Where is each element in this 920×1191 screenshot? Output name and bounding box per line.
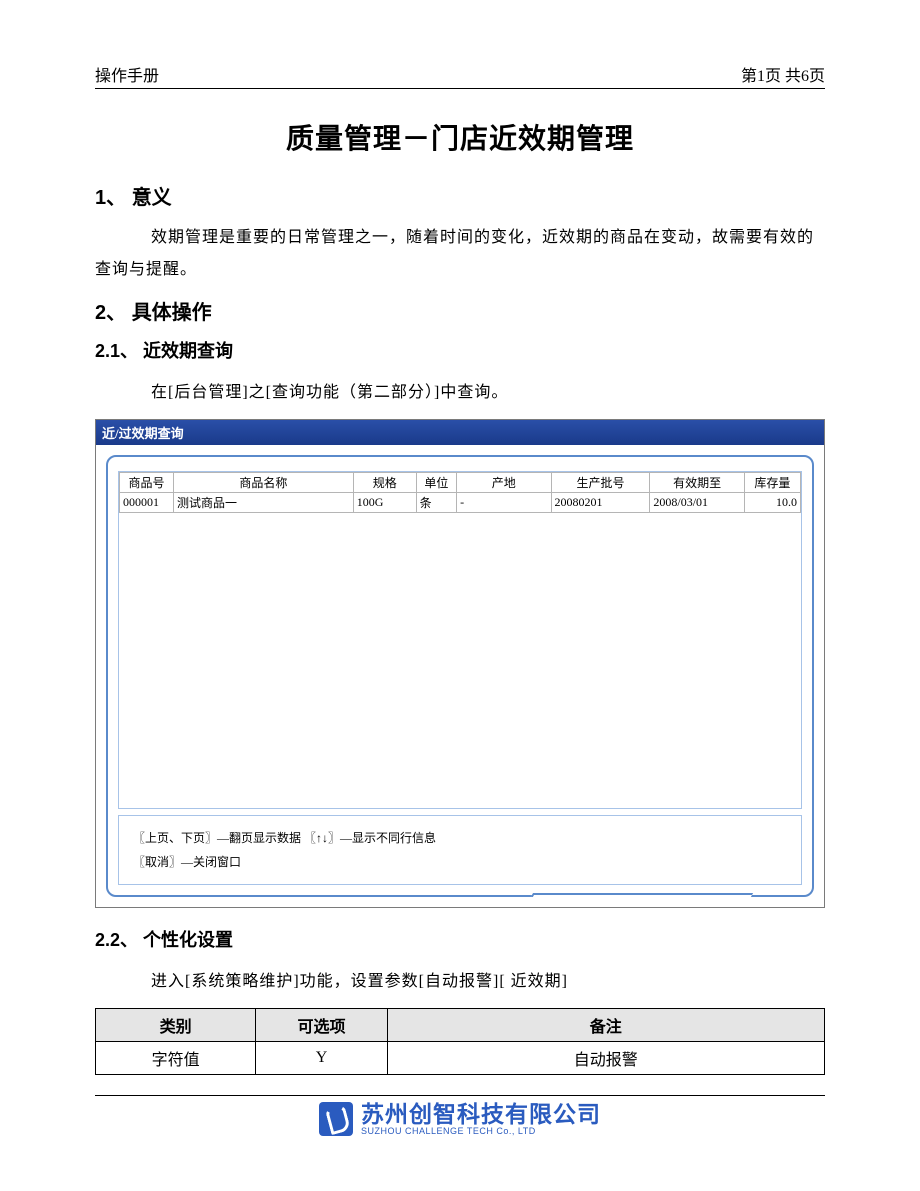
- settings-table: 类别 可选项 备注 字符值 Y 自动报警: [95, 1008, 825, 1075]
- cell-batch: 20080201: [551, 493, 650, 513]
- settings-cell-option: Y: [256, 1042, 387, 1075]
- hint-line-2: 〖取消〗—关闭窗口: [133, 850, 787, 874]
- settings-cell-category: 字符值: [96, 1042, 256, 1075]
- section-2-1-label: 近效期查询: [143, 341, 233, 361]
- grid-data-row[interactable]: 000001 测试商品一 100G 条 - 20080201 2008/03/0…: [120, 493, 801, 513]
- section-2-2-heading: 2.2、 个性化设置: [95, 926, 825, 952]
- app-screenshot: 近/过效期查询 商品号 商品名称 规格 单位 产地 生产批号 有效期至 库存量 …: [95, 419, 825, 908]
- header-page: 第1页 共6页: [741, 62, 825, 86]
- data-grid: 商品号 商品名称 规格 单位 产地 生产批号 有效期至 库存量 000001 测…: [119, 472, 801, 513]
- company-name-en: SUZHOU CHALLENGE TECH Co., LTD: [361, 1126, 601, 1136]
- section-1-paragraph: 效期管理是重要的日常管理之一，随着时间的变化，近效期的商品在变动，故需要有效的查…: [95, 222, 825, 286]
- settings-header-row: 类别 可选项 备注: [96, 1009, 825, 1042]
- col-header-valid: 有效期至: [650, 473, 744, 493]
- col-header-origin: 产地: [457, 473, 551, 493]
- footer-rule: [95, 1095, 825, 1096]
- cell-stock: 10.0: [744, 493, 800, 513]
- app-frame: 商品号 商品名称 规格 单位 产地 生产批号 有效期至 库存量 000001 测…: [106, 455, 814, 897]
- header-left: 操作手册: [95, 62, 159, 86]
- document-title: 质量管理－门店近效期管理: [95, 117, 825, 157]
- company-logo-icon: [319, 1102, 353, 1136]
- section-2-number: 2、: [95, 302, 126, 324]
- page-header: 操作手册 第1页 共6页: [95, 62, 825, 89]
- col-header-unit: 单位: [416, 473, 456, 493]
- section-1-label: 意义: [132, 187, 172, 209]
- col-header-name: 商品名称: [173, 473, 353, 493]
- section-2-1-heading: 2.1、 近效期查询: [95, 337, 825, 363]
- hint-box: 〖上页、下页〗—翻页显示数据 〖↑↓〗—显示不同行信息 〖取消〗—关闭窗口: [118, 815, 802, 885]
- cell-origin: -: [457, 493, 551, 513]
- cell-unit: 条: [416, 493, 456, 513]
- section-2-2-number: 2.2、: [95, 930, 138, 950]
- settings-header-remark: 备注: [387, 1009, 824, 1042]
- cell-spec: 100G: [353, 493, 416, 513]
- section-1-number: 1、: [95, 187, 126, 209]
- settings-header-category: 类别: [96, 1009, 256, 1042]
- col-header-batch: 生产批号: [551, 473, 650, 493]
- section-1-heading: 1、 意义: [95, 181, 825, 210]
- grid-header-row: 商品号 商品名称 规格 单位 产地 生产批号 有效期至 库存量: [120, 473, 801, 493]
- section-2-1-number: 2.1、: [95, 341, 138, 361]
- company-name-block: 苏州创智科技有限公司 SUZHOU CHALLENGE TECH Co., LT…: [361, 1103, 601, 1136]
- section-2-2-paragraph: 进入[系统策略维护]功能，设置参数[自动报警][ 近效期]: [151, 966, 825, 998]
- company-name-cn: 苏州创智科技有限公司: [361, 1103, 601, 1126]
- data-panel: 商品号 商品名称 规格 单位 产地 生产批号 有效期至 库存量 000001 测…: [118, 471, 802, 809]
- section-2-label: 具体操作: [132, 302, 212, 324]
- app-titlebar: 近/过效期查询: [96, 420, 824, 445]
- cell-valid: 2008/03/01: [650, 493, 744, 513]
- hint-line-1: 〖上页、下页〗—翻页显示数据 〖↑↓〗—显示不同行信息: [133, 826, 787, 850]
- settings-cell-remark: 自动报警: [387, 1042, 824, 1075]
- settings-data-row: 字符值 Y 自动报警: [96, 1042, 825, 1075]
- frame-decoration: [531, 893, 753, 897]
- col-header-stock: 库存量: [744, 473, 800, 493]
- cell-id: 000001: [120, 493, 174, 513]
- cell-name: 测试商品一: [173, 493, 353, 513]
- settings-header-option: 可选项: [256, 1009, 387, 1042]
- section-2-heading: 2、 具体操作: [95, 296, 825, 325]
- col-header-id: 商品号: [120, 473, 174, 493]
- grid-empty-area: [119, 513, 801, 808]
- section-2-1-paragraph: 在[后台管理]之[查询功能（第二部分）]中查询。: [151, 377, 825, 409]
- section-2-2-label: 个性化设置: [143, 930, 233, 950]
- footer-logo: 苏州创智科技有限公司 SUZHOU CHALLENGE TECH Co., LT…: [95, 1102, 825, 1136]
- col-header-spec: 规格: [353, 473, 416, 493]
